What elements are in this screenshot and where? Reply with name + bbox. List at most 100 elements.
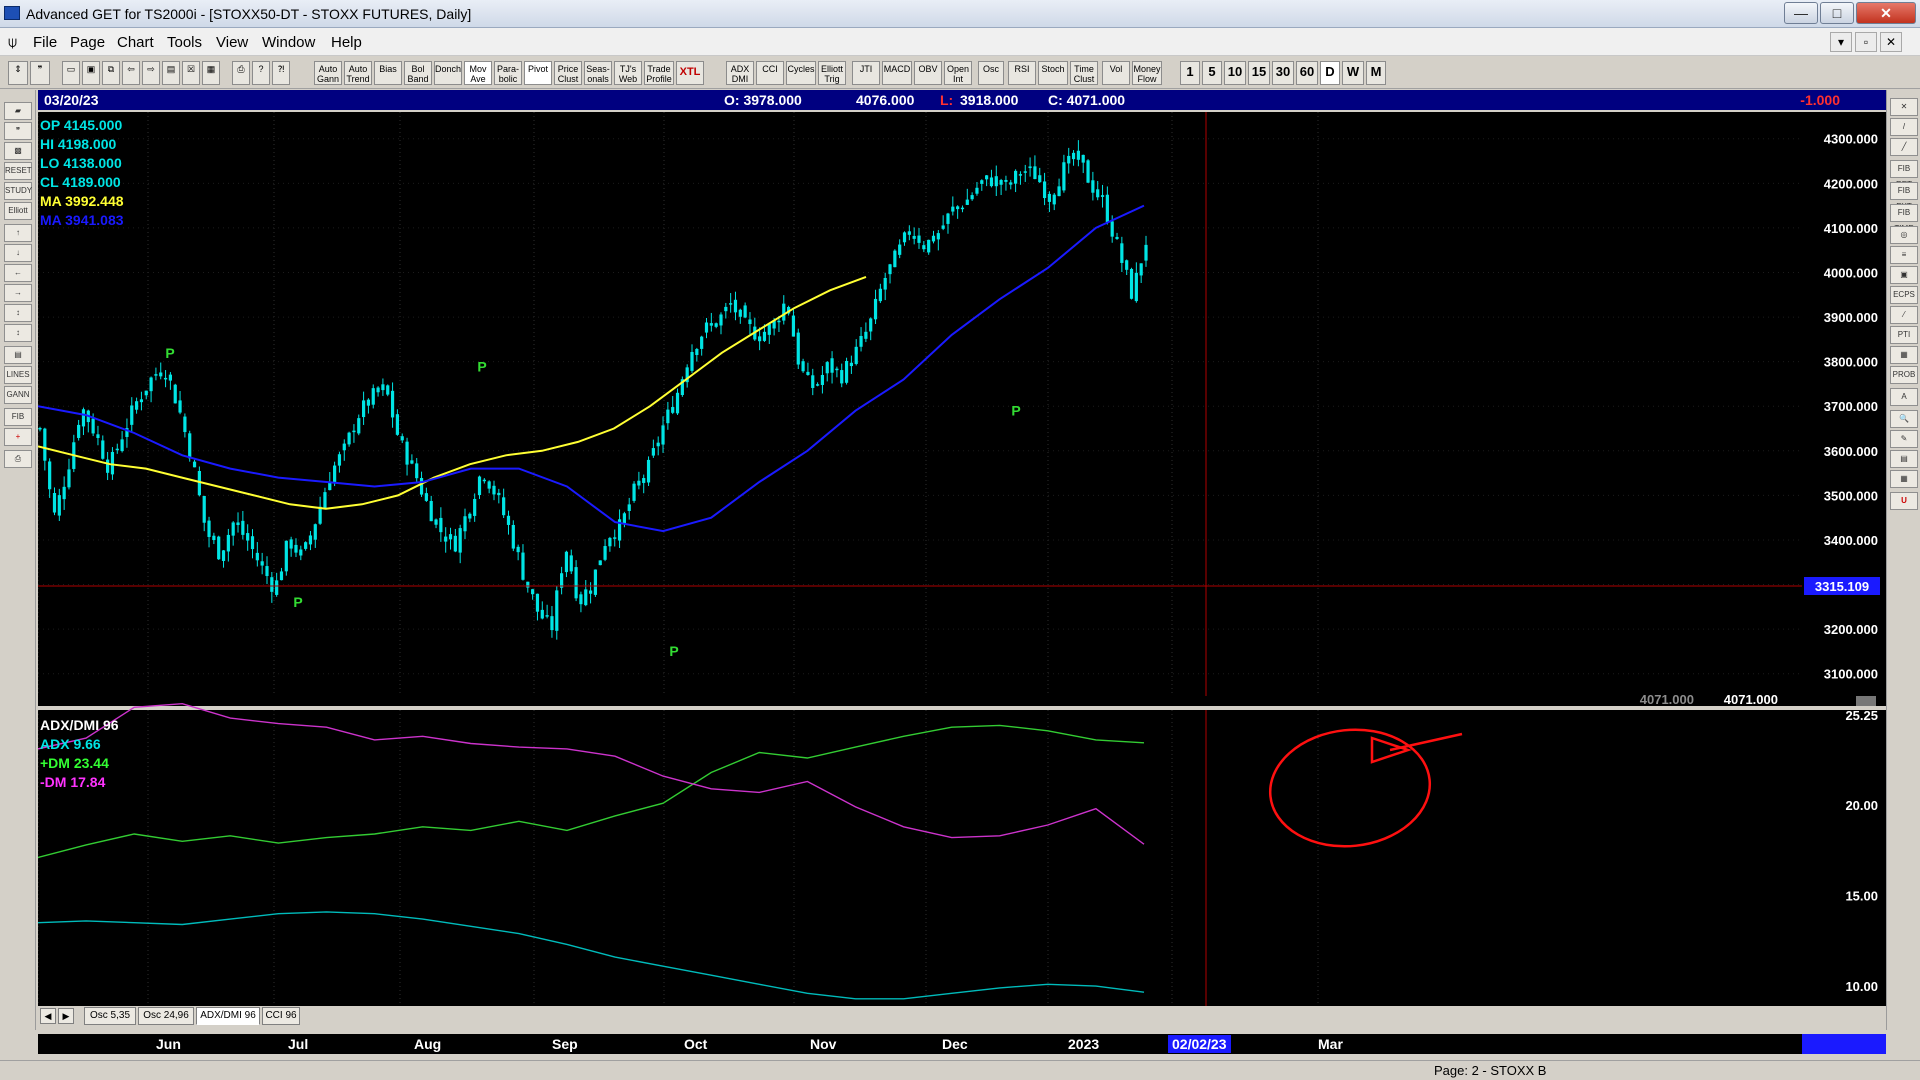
grid-toggle-icon[interactable]: ▤ xyxy=(4,346,32,364)
indicator-pane[interactable] xyxy=(38,710,1802,1006)
seasonals-button[interactable]: Seas- onals xyxy=(584,61,612,85)
edit-icon[interactable]: ✎ xyxy=(1890,430,1918,448)
menu-window[interactable]: Window xyxy=(262,34,315,51)
pencil-icon[interactable]: / xyxy=(1890,118,1918,136)
lines-button[interactable]: LINES xyxy=(4,366,32,384)
grid-icon[interactable]: ▦ xyxy=(202,61,220,85)
gann-button[interactable]: GANN xyxy=(4,386,32,404)
magnifier-icon[interactable]: 🔍 xyxy=(1890,410,1918,428)
interval-5-button[interactable]: 5 xyxy=(1202,61,1222,85)
rsi-button[interactable]: RSI xyxy=(1008,61,1036,85)
scroll-down-icon[interactable]: ↓ xyxy=(4,244,32,262)
pointer-tool-icon[interactable]: ⇕ xyxy=(8,61,28,85)
compress-icon[interactable]: ↕ xyxy=(4,324,32,342)
pti-button[interactable]: PTI xyxy=(1890,326,1918,344)
adx-dmi-button[interactable]: ADX DMI xyxy=(726,61,754,85)
fib-time-button[interactable]: FIB TIME xyxy=(1890,204,1918,233)
box-tool-icon[interactable]: ▣ xyxy=(1890,266,1918,284)
scroll-right-icon[interactable]: → xyxy=(4,284,32,302)
scroll-up-icon[interactable]: ↑ xyxy=(4,224,32,242)
menu-chart[interactable]: Chart xyxy=(117,34,154,51)
trendline-icon[interactable]: ╱ xyxy=(1890,138,1918,156)
osc-button[interactable]: Osc xyxy=(978,61,1004,85)
list-tool-icon[interactable]: ▤ xyxy=(1890,450,1918,468)
minimize-button[interactable]: — xyxy=(1784,2,1818,24)
tab-osc-5-35[interactable]: Osc 5,35 xyxy=(84,1007,136,1025)
new-page-icon[interactable]: ▭ xyxy=(62,61,80,85)
open-int-button[interactable]: Open Int xyxy=(944,61,972,85)
reset-button[interactable]: RESET xyxy=(4,162,32,180)
macd-button[interactable]: MACD xyxy=(882,61,912,85)
zoom-icon[interactable]: ▩ xyxy=(4,142,32,160)
quote-tool-icon[interactable]: ❞ xyxy=(30,61,50,85)
scroll-left-icon[interactable]: ← xyxy=(4,264,32,282)
pivot-button[interactable]: Pivot xyxy=(524,61,552,85)
crosshair-tool-icon[interactable]: + xyxy=(4,428,32,446)
trade-profile-button[interactable]: Trade Profile xyxy=(644,61,674,85)
price-pane[interactable] xyxy=(38,112,1802,706)
ecps-button[interactable]: ECPS xyxy=(1890,286,1918,304)
xtl-button[interactable]: XTL xyxy=(676,61,704,85)
interval-10-button[interactable]: 10 xyxy=(1224,61,1246,85)
context-help-icon[interactable]: ⁈ xyxy=(272,61,290,85)
delete-page-icon[interactable]: ☒ xyxy=(182,61,200,85)
donch-button[interactable]: Donch xyxy=(434,61,462,85)
open-page-icon[interactable]: ▣ xyxy=(82,61,100,85)
interval-monthly-button[interactable]: M xyxy=(1366,61,1386,85)
cci-button[interactable]: CCI xyxy=(756,61,784,85)
chart-area[interactable]: 03/20/23 O: 3978.000 4076.000 L: 3918.00… xyxy=(38,90,1886,1006)
maximize-button[interactable]: □ xyxy=(1820,2,1854,24)
expand-icon[interactable]: ↕ xyxy=(4,304,32,322)
fib-extension-button[interactable]: FIB EXT xyxy=(1890,182,1918,211)
tile-icon[interactable]: ▤ xyxy=(162,61,180,85)
menu-view[interactable]: View xyxy=(216,34,248,51)
tab-scroll-right-icon[interactable]: ▶ xyxy=(58,1008,74,1024)
money-flow-button[interactable]: Money Flow xyxy=(1132,61,1162,85)
auto-gann-button[interactable]: Auto Gann xyxy=(314,61,342,85)
quote-icon[interactable]: ❞ xyxy=(4,122,32,140)
indicator-axis[interactable] xyxy=(1802,710,1886,1006)
open-chart-icon[interactable]: ▰ xyxy=(4,102,32,120)
delete-drawing-icon[interactable]: ✕ xyxy=(1890,98,1918,116)
help-icon[interactable]: ? xyxy=(252,61,270,85)
bias-button[interactable]: Bias xyxy=(374,61,402,85)
mov-ave-button[interactable]: Mov Ave xyxy=(464,61,492,85)
menu-help[interactable]: Help xyxy=(331,34,362,51)
print-chart-icon[interactable]: ⎙ xyxy=(4,450,32,468)
vol-button[interactable]: Vol xyxy=(1102,61,1130,85)
mdi-restore-button[interactable]: ▫ xyxy=(1855,32,1877,52)
interval-15-button[interactable]: 15 xyxy=(1248,61,1270,85)
channel-tool-icon[interactable]: ≡ xyxy=(1890,246,1918,264)
tab-adx-dmi-96[interactable]: ADX/DMI 96 xyxy=(196,1007,260,1025)
tjs-web-button[interactable]: TJ's Web xyxy=(614,61,642,85)
time-clust-button[interactable]: Time Clust xyxy=(1070,61,1098,85)
menu-doc-icon[interactable]: ⍦ xyxy=(8,34,17,51)
interval-60-button[interactable]: 60 xyxy=(1296,61,1318,85)
parabolic-button[interactable]: Para- bolic xyxy=(494,61,522,85)
jti-button[interactable]: JTI xyxy=(852,61,880,85)
price-clust-button[interactable]: Price Clust xyxy=(554,61,582,85)
pane-separator[interactable] xyxy=(38,706,1886,710)
grid-tool-icon[interactable]: ▦ xyxy=(1890,346,1918,364)
magnet-icon[interactable]: U xyxy=(1890,492,1918,510)
auto-trend-button[interactable]: Auto Trend xyxy=(344,61,372,85)
mdi-minimize-button[interactable]: ▾ xyxy=(1830,32,1852,52)
back-icon[interactable]: ⇦ xyxy=(122,61,140,85)
interval-weekly-button[interactable]: W xyxy=(1342,61,1364,85)
tab-scroll-left-icon[interactable]: ◀ xyxy=(40,1008,56,1024)
bol-band-button[interactable]: Bol Band xyxy=(404,61,432,85)
copy-page-icon[interactable]: ⧉ xyxy=(102,61,120,85)
interval-daily-button[interactable]: D xyxy=(1320,61,1340,85)
mdi-close-button[interactable]: ✕ xyxy=(1880,32,1902,52)
elliott-button[interactable]: Elliott xyxy=(4,202,32,220)
menu-file[interactable]: File xyxy=(33,34,57,51)
interval-30-button[interactable]: 30 xyxy=(1272,61,1294,85)
stoch-button[interactable]: Stoch xyxy=(1038,61,1068,85)
table-tool-icon[interactable]: ▦ xyxy=(1890,470,1918,488)
fib-retracement-button[interactable]: FIB RET xyxy=(1890,160,1918,189)
menu-page[interactable]: Page xyxy=(70,34,105,51)
pane-resize-icon[interactable] xyxy=(1856,696,1876,706)
close-button[interactable]: ✕ xyxy=(1856,2,1916,24)
print-icon[interactable]: ⎙ xyxy=(232,61,250,85)
fib-button[interactable]: FIB xyxy=(4,408,32,426)
